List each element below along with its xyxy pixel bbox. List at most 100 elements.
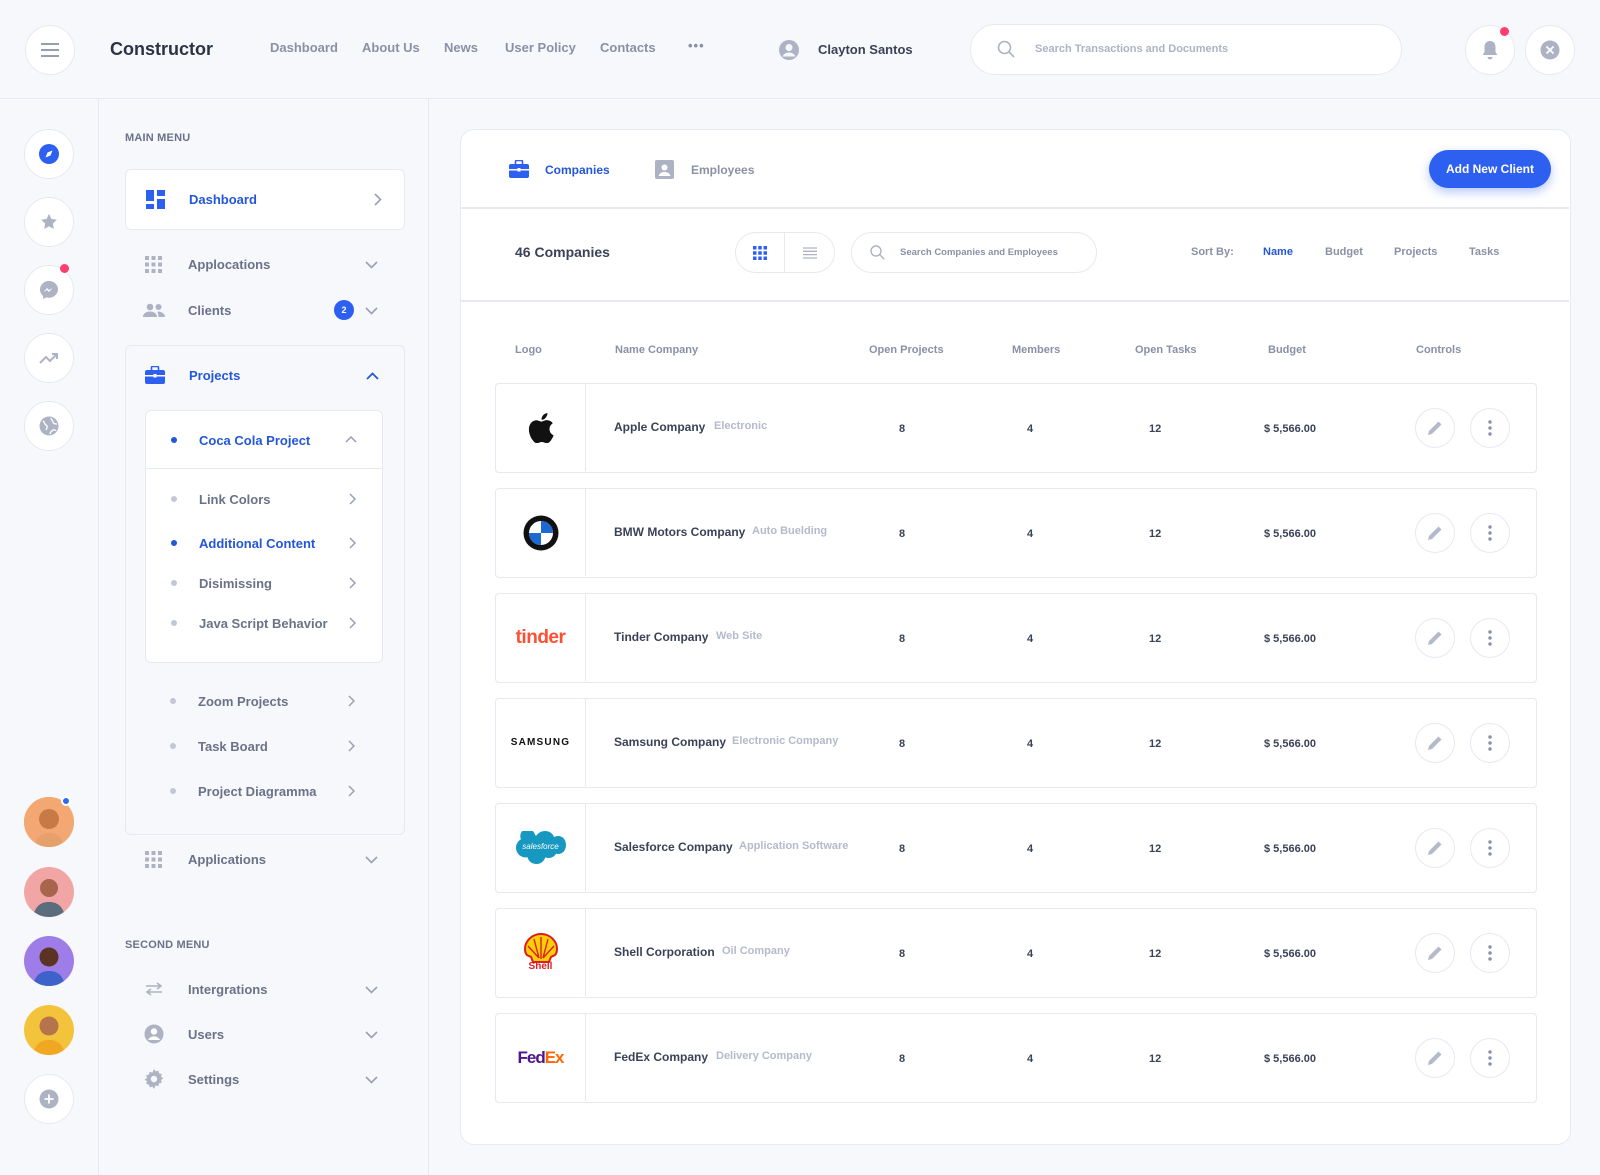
sub-item-task-board[interactable]: Task Board bbox=[145, 729, 383, 763]
grid-icon bbox=[753, 245, 767, 260]
more-options-button[interactable] bbox=[1470, 513, 1510, 553]
avatar-user-4[interactable] bbox=[24, 1005, 74, 1055]
table-row[interactable]: tinder Tinder Company Web Site 8 4 12 $ … bbox=[495, 593, 1537, 683]
grid-view-button[interactable] bbox=[736, 233, 785, 272]
company-name[interactable]: Tinder Company bbox=[614, 630, 708, 644]
more-options-button[interactable] bbox=[1470, 408, 1510, 448]
companies-search-input[interactable]: Search Companies and Employees bbox=[851, 232, 1097, 273]
company-name[interactable]: Samsung Company bbox=[614, 735, 726, 749]
chevron-right-icon bbox=[349, 577, 356, 589]
sidebar-item-intergrations[interactable]: Intergrations bbox=[125, 974, 405, 1004]
avatar-user-3[interactable] bbox=[24, 936, 74, 986]
edit-button[interactable] bbox=[1415, 513, 1455, 553]
rail-compass-button[interactable] bbox=[24, 129, 74, 179]
sidebar-item-settings[interactable]: Settings bbox=[125, 1064, 405, 1094]
members: 4 bbox=[1027, 528, 1034, 540]
kebab-menu-icon bbox=[1488, 735, 1492, 751]
table-row[interactable]: Apple Company Electronic 8 4 12 $ 5,566.… bbox=[495, 383, 1537, 473]
fedex-logo-ex: Ex bbox=[544, 1047, 565, 1067]
nav-dashboard[interactable]: Dashboard bbox=[270, 40, 338, 55]
company-name[interactable]: Shell Corporation bbox=[614, 945, 715, 959]
add-user-button[interactable] bbox=[24, 1074, 74, 1124]
search-icon bbox=[997, 40, 1015, 58]
sort-option-tasks[interactable]: Tasks bbox=[1469, 246, 1499, 258]
bullet bbox=[171, 620, 177, 626]
rail-trending-button[interactable] bbox=[24, 333, 74, 383]
list-view-button[interactable] bbox=[785, 233, 834, 272]
more-options-button[interactable] bbox=[1470, 618, 1510, 658]
clients-count-badge: 2 bbox=[334, 300, 354, 320]
company-logo-samsung: SAMSUNG bbox=[496, 699, 586, 786]
edit-button[interactable] bbox=[1415, 618, 1455, 658]
edit-button[interactable] bbox=[1415, 933, 1455, 973]
more-options-button[interactable] bbox=[1470, 1038, 1510, 1078]
edit-button[interactable] bbox=[1415, 408, 1455, 448]
table-row[interactable]: FedEx FedEx Company Delivery Company 8 4… bbox=[495, 1013, 1537, 1103]
nav-user-policy[interactable]: User Policy bbox=[505, 40, 576, 55]
rail-globe-button[interactable] bbox=[24, 401, 74, 451]
sort-option-budget[interactable]: Budget bbox=[1325, 246, 1363, 258]
sidebar-item-label: Applications bbox=[188, 852, 267, 867]
more-options-button[interactable] bbox=[1470, 828, 1510, 868]
add-new-client-button[interactable]: Add New Client bbox=[1429, 150, 1551, 188]
sub-item-disimissing[interactable]: Disimissing bbox=[146, 565, 382, 599]
sidebar-item-applications[interactable]: Applications bbox=[125, 844, 405, 874]
rail-favorites-button[interactable] bbox=[24, 197, 74, 247]
user-name[interactable]: Clayton Santos bbox=[818, 42, 913, 57]
list-icon bbox=[802, 246, 817, 259]
companies-search-placeholder: Search Companies and Employees bbox=[900, 247, 1058, 258]
dashboard-icon bbox=[146, 190, 165, 209]
company-name[interactable]: BMW Motors Company bbox=[614, 525, 745, 539]
chevron-right-icon bbox=[348, 785, 355, 797]
second-menu-title: SECOND MENU bbox=[125, 939, 210, 951]
company-name[interactable]: FedEx Company bbox=[614, 1050, 708, 1064]
company-name[interactable]: Apple Company bbox=[614, 420, 705, 434]
edit-button[interactable] bbox=[1415, 723, 1455, 763]
nav-about-us[interactable]: About Us bbox=[362, 40, 420, 55]
tab-employees[interactable]: Employees bbox=[655, 130, 765, 209]
sub-item-project-diagramma[interactable]: Project Diagramma bbox=[145, 774, 383, 808]
coca-cola-project-item[interactable]: Coca Cola Project bbox=[146, 411, 382, 469]
more-options-button[interactable] bbox=[1470, 723, 1510, 763]
column-header-open-projects: Open Projects bbox=[869, 344, 944, 356]
close-button[interactable] bbox=[1525, 25, 1575, 75]
nav-more-button[interactable]: ••• bbox=[688, 38, 705, 53]
sidebar-item-projects[interactable]: Projects bbox=[126, 346, 404, 406]
sub-item-link-colors[interactable]: Link Colors bbox=[146, 481, 382, 515]
edit-button[interactable] bbox=[1415, 1038, 1455, 1078]
hamburger-menu-button[interactable] bbox=[25, 25, 75, 75]
avatar-user-2[interactable] bbox=[24, 867, 74, 917]
sidebar-menu: MAIN MENU Dashboard Applocations Clients… bbox=[99, 99, 429, 1175]
more-options-button[interactable] bbox=[1470, 933, 1510, 973]
nav-contacts[interactable]: Contacts bbox=[600, 40, 656, 55]
pencil-icon bbox=[1428, 631, 1442, 645]
nav-news[interactable]: News bbox=[444, 40, 478, 55]
company-name[interactable]: Salesforce Company bbox=[614, 840, 733, 854]
table-row[interactable]: Shell Shell Corporation Oil Company 8 4 … bbox=[495, 908, 1537, 998]
table-row[interactable]: salesforce Salesforce Company Applicatio… bbox=[495, 803, 1537, 893]
open-tasks: 12 bbox=[1149, 633, 1162, 645]
avatar-online-dot bbox=[61, 796, 71, 806]
bullet bbox=[170, 698, 176, 704]
tab-companies[interactable]: Companies bbox=[495, 130, 619, 209]
sub-item-label: Zoom Projects bbox=[198, 694, 289, 709]
sidebar-item-dashboard[interactable]: Dashboard bbox=[125, 169, 405, 230]
members: 4 bbox=[1027, 1053, 1034, 1065]
rail-messenger-button[interactable] bbox=[24, 264, 74, 315]
sub-item-additional-content[interactable]: Additional Content bbox=[146, 525, 382, 559]
edit-button[interactable] bbox=[1415, 828, 1455, 868]
global-search-input[interactable]: Search Transactions and Documents bbox=[970, 24, 1402, 75]
sub-item-zoom-projects[interactable]: Zoom Projects bbox=[145, 684, 383, 718]
sidebar-item-applocations[interactable]: Applocations bbox=[125, 249, 405, 279]
companies-panel: Companies Employees Add New Client 46 Co… bbox=[460, 129, 1571, 1145]
close-circle-icon bbox=[1540, 40, 1560, 60]
table-row[interactable]: BMW Motors Company Auto Buelding 8 4 12 … bbox=[495, 488, 1537, 578]
open-projects: 8 bbox=[899, 1053, 906, 1065]
sidebar-item-users[interactable]: Users bbox=[125, 1019, 405, 1049]
sidebar-item-clients[interactable]: Clients 2 bbox=[125, 295, 405, 325]
sort-option-projects[interactable]: Projects bbox=[1394, 246, 1437, 258]
sort-option-name[interactable]: Name bbox=[1263, 246, 1293, 258]
sub-item-java-script-behavior[interactable]: Java Script Behavior bbox=[146, 605, 382, 639]
notifications-button[interactable] bbox=[1465, 25, 1515, 75]
table-row[interactable]: SAMSUNG Samsung Company Electronic Compa… bbox=[495, 698, 1537, 788]
